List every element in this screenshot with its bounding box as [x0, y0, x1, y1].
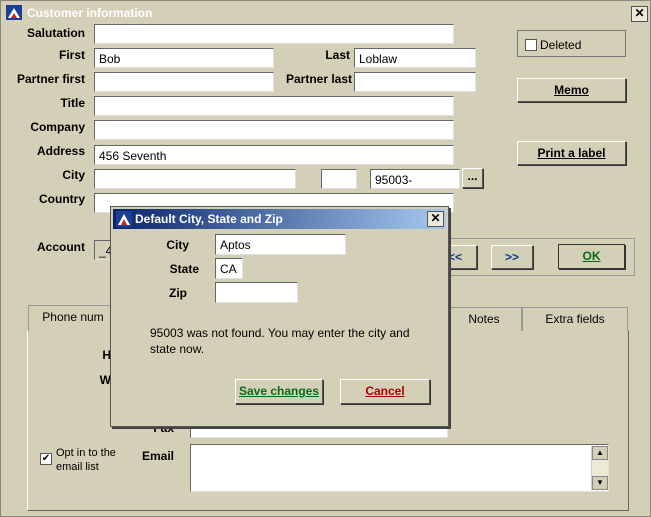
- email-scrollbar[interactable]: ▲ ▼: [591, 446, 608, 490]
- country-label: Country: [39, 192, 85, 206]
- company-label: Company: [30, 120, 85, 134]
- deleted-label: Deleted: [540, 38, 582, 52]
- dialog-titlebar: Default City, State and Zip ✕: [113, 209, 446, 229]
- zip-field[interactable]: 95003-: [370, 169, 460, 189]
- dialog-title: Default City, State and Zip: [135, 212, 283, 226]
- title-field[interactable]: [94, 96, 454, 116]
- memo-button-label: Memo: [554, 83, 589, 97]
- work-phone-label: W: [99, 373, 111, 387]
- dialog-app-icon: [116, 211, 132, 227]
- partner-first-label: Partner first: [16, 72, 85, 86]
- title-label: Title: [60, 96, 85, 110]
- tab-extra-fields[interactable]: Extra fields: [522, 307, 628, 331]
- first-name-label: First: [58, 48, 85, 62]
- state-field[interactable]: [321, 169, 357, 189]
- memo-button[interactable]: Memo: [517, 78, 626, 102]
- dialog-city-label: City: [166, 238, 189, 252]
- save-changes-button[interactable]: Save changes: [235, 379, 323, 404]
- city-field[interactable]: [94, 169, 296, 189]
- window-titlebar: Customer information ✕: [3, 3, 650, 22]
- home-phone-label: H: [102, 348, 111, 362]
- deleted-checkbox-group[interactable]: Deleted: [517, 30, 626, 57]
- opt-in-checkbox[interactable]: ✔: [40, 453, 52, 465]
- scroll-down-icon[interactable]: ▼: [592, 476, 608, 490]
- company-field[interactable]: [94, 120, 454, 140]
- tab-phone-numbers[interactable]: Phone num: [28, 305, 118, 332]
- city-label: City: [62, 168, 85, 182]
- first-name-field[interactable]: Bob: [94, 48, 274, 68]
- ok-button[interactable]: OK: [558, 244, 625, 269]
- scroll-up-icon[interactable]: ▲: [592, 446, 608, 460]
- partner-first-field[interactable]: [94, 72, 274, 92]
- app-logo-icon: [6, 5, 22, 20]
- dialog-state-field[interactable]: CA: [215, 258, 243, 279]
- print-label-button[interactable]: Print a label: [517, 141, 626, 165]
- partner-last-field[interactable]: [354, 72, 476, 92]
- dialog-state-label: State: [169, 262, 199, 276]
- dialog-close-button[interactable]: ✕: [427, 211, 444, 227]
- close-window-button[interactable]: ✕: [631, 6, 648, 22]
- dialog-message-line1: 95003 was not found. You may enter the c…: [150, 326, 410, 340]
- dialog-city-field[interactable]: Aptos: [215, 234, 346, 255]
- print-label-button-label: Print a label: [537, 146, 606, 160]
- customer-window: Customer information ✕ Salutation First …: [0, 0, 651, 517]
- salutation-label: Salutation: [26, 26, 85, 40]
- opt-in-label-line2: email list: [56, 461, 99, 473]
- zip-lookup-button[interactable]: ...: [462, 168, 483, 188]
- save-changes-label: Save changes: [238, 384, 320, 398]
- cancel-button[interactable]: Cancel: [340, 379, 430, 404]
- opt-in-label-line1: Opt in to the: [56, 447, 116, 459]
- last-name-label: Last: [325, 48, 350, 62]
- address-field[interactable]: 456 Seventh: [94, 145, 454, 165]
- dialog-zip-label: Zip: [169, 286, 187, 300]
- account-label: Account: [37, 240, 85, 254]
- address-label: Address: [36, 144, 85, 158]
- cancel-label: Cancel: [365, 384, 405, 398]
- dialog-message-line2: state now.: [150, 342, 205, 356]
- partner-last-label: Partner last: [285, 72, 352, 86]
- email-label: Email: [141, 449, 174, 463]
- tab-notes[interactable]: Notes: [446, 307, 522, 331]
- next-record-button[interactable]: >>: [491, 245, 533, 269]
- ok-button-label: OK: [582, 249, 601, 263]
- salutation-field[interactable]: [94, 24, 454, 44]
- default-city-state-zip-dialog: Default City, State and Zip ✕ City Aptos…: [110, 206, 449, 427]
- email-field[interactable]: [190, 444, 609, 492]
- last-name-field[interactable]: Loblaw: [354, 48, 476, 68]
- dialog-zip-field[interactable]: [215, 282, 298, 303]
- window-title: Customer information: [27, 6, 153, 20]
- deleted-checkbox[interactable]: [525, 39, 537, 51]
